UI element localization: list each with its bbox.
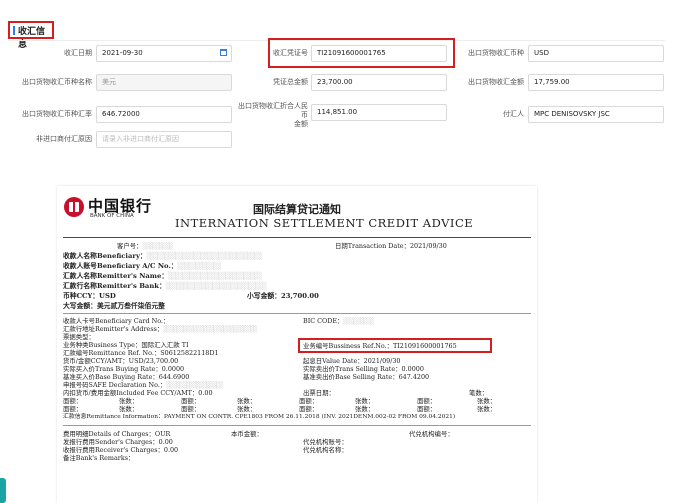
sender-charges: 发报行费用Sender's Charges：0.00 — [63, 438, 173, 446]
voucher-total-value: 23,700.00 — [317, 78, 353, 86]
face-amount-5: 面额： — [63, 405, 83, 413]
sheets-2: 张数： — [237, 397, 257, 405]
amount-small: 小写金额：23,700.00 — [247, 292, 319, 300]
receipt-date-value: 2021-09-30 — [102, 49, 143, 57]
business-ref-highlight-box — [298, 338, 492, 353]
count-label: 笔数： — [469, 389, 489, 397]
rmb-amount-field[interactable]: 114,851.00 — [311, 104, 447, 121]
sheets-1: 张数： — [119, 397, 139, 405]
advice-title-cn: 国际结算贷记通知 — [253, 203, 341, 216]
remitter-bank: 汇款行名称Remitter's Bank：░░░░░░░░░░░░░░░░░░░… — [63, 282, 267, 290]
voucher-highlight-box — [268, 38, 455, 68]
bic-code: BIC CODE：░░░░░░░░░ — [303, 317, 374, 325]
safe-declaration-no: 申报号码SAFE Declaration No.：░░░░░░░░░░░░░░░… — [63, 381, 224, 389]
rmb-amount-label-line2: 金额 — [294, 120, 308, 128]
face-amount-4: 面额： — [417, 397, 437, 405]
section-rule-2 — [63, 425, 531, 426]
advice-title-en: INTERNATION SETTLEMENT CREDIT ADVICE — [175, 216, 474, 230]
sheets-6: 张数： — [237, 405, 257, 413]
export-rate-field[interactable]: 646.72000 — [96, 106, 232, 123]
remittance-ref-no: 汇款编号Remittance Ref. No.：S06125822118D1 — [63, 349, 219, 357]
remitter-address: 汇款行地址Remitter's Address：░░░░░░░░░░░░░░░░… — [63, 325, 258, 333]
details-of-charges: 费用明细Details of Charges：OUR — [63, 430, 171, 438]
face-amount-8: 面额： — [417, 405, 437, 413]
business-type: 业务种类Business Type：国际汇入汇款 TI — [63, 341, 189, 349]
non-import-reason-label: 非进口商付汇原因 — [36, 135, 92, 143]
local-currency-amount: 本币金额： — [231, 430, 263, 438]
calendar-icon[interactable] — [220, 49, 227, 56]
trans-selling-rate: 实际卖出价Trans Selling Rate：0.0000 — [303, 365, 424, 373]
payer-label: 付汇人 — [503, 110, 524, 118]
export-amount-label: 出口货物收汇金额 — [468, 78, 524, 86]
export-currency-value: USD — [534, 49, 549, 57]
export-currency-label: 出口货物收汇币种 — [468, 49, 524, 57]
export-currency-name-label: 出口货物收汇币种名称 — [22, 78, 92, 86]
issue-date: 出票日期： — [303, 389, 335, 397]
section-title-box: 收汇信息 — [8, 21, 54, 50]
face-amount-7: 面额： — [299, 405, 319, 413]
receipt-date-label: 收汇日期 — [64, 49, 92, 57]
agent-name: 代兑机构名称： — [303, 446, 348, 454]
beneficiary-account: 收款人账号Beneficiary A/C No.：░░░░░░░░░░░░ — [63, 262, 221, 270]
export-rate-value: 646.72000 — [102, 110, 140, 118]
rmb-amount-label-line1: 出口货物收汇折合人民币 — [238, 102, 308, 119]
sheets-7: 张数： — [355, 405, 375, 413]
trans-buying-rate: 实际买入价Trans Buying Rate：0.0000 — [63, 365, 185, 373]
remittance-information: 汇款信息Remittance Information：PAYMENT ON CO… — [63, 414, 456, 420]
sheets-3: 张数： — [355, 397, 375, 405]
bill-type: 票据类型： — [63, 333, 95, 341]
section-title: 收汇信息 — [18, 27, 46, 50]
currency-ccy: 币种CCY：USD — [63, 292, 116, 300]
export-currency-field[interactable]: USD — [528, 45, 664, 62]
agent-account: 代兑机构账号： — [303, 438, 348, 446]
section-accent-bar — [13, 26, 15, 35]
voucher-total-field[interactable]: 23,700.00 — [311, 74, 447, 91]
receipt-date-field[interactable]: 2021-09-30 — [96, 45, 232, 62]
title-rule — [63, 237, 531, 238]
sheets-4: 张数： — [477, 397, 497, 405]
sheets-5: 张数： — [119, 405, 139, 413]
side-tab-marker[interactable] — [0, 478, 6, 503]
ccy-amount: 货币/金额CCY/AMT：USD/23,700.00 — [63, 357, 179, 365]
remitter-name: 汇款人名称Remitter's Name：░░░░░░░░░░░░░░░░░░░… — [63, 272, 262, 280]
export-rate-label: 出口货物收汇币种汇率 — [22, 110, 92, 118]
bank-remarks: 备注Bank's Remarks： — [63, 454, 135, 462]
customer-no-label: 客户号：░░░░░░░░░ — [117, 242, 173, 250]
beneficiary-card-no: 收款人卡号Beneficiary Card No.： — [63, 317, 170, 325]
agent-no: 代兑机构编号： — [409, 430, 454, 438]
value-date: 起息日Value Date：2021/09/30 — [303, 357, 401, 365]
non-import-reason-placeholder: 请录入非进口商付汇原因 — [102, 135, 179, 143]
export-currency-name-value: 美元 — [102, 78, 116, 86]
face-amount-3: 面额： — [299, 397, 319, 405]
export-amount-field[interactable]: 17,759.00 — [528, 74, 664, 91]
receiver-charges: 收报行费用Receiver's Charges：0.00 — [63, 446, 179, 454]
non-import-reason-input[interactable]: 请录入非进口商付汇原因 — [96, 131, 232, 148]
transaction-date: 日期Transaction Date：2021/09/30 — [335, 242, 447, 250]
payer-field[interactable]: MPC DENISOVSKY JSC — [528, 106, 664, 123]
face-amount-6: 面额： — [181, 405, 201, 413]
beneficiary-name: 收款人名称Beneficiary：░░░░░░░░░░░░░░░░░░░░░░░… — [63, 252, 262, 260]
section-rule-1 — [63, 313, 531, 314]
base-buying-rate: 基准买入价Base Buying Rate：644.6900 — [63, 373, 190, 381]
included-fee: 内扣货币/费用金额Included Fee CCY/AMT：0.00 — [63, 389, 213, 397]
face-amount-2: 面额： — [181, 397, 201, 405]
export-amount-value: 17,759.00 — [534, 78, 570, 86]
base-selling-rate: 基准卖出价Base Selling Rate：647.4200 — [303, 373, 430, 381]
face-amount-1: 面额： — [63, 397, 83, 405]
rmb-amount-label: 出口货物收汇折合人民币 金额 — [234, 102, 308, 129]
voucher-total-label: 凭证总金额 — [273, 78, 308, 86]
credit-advice-document: 中国银行 BANK OF CHINA 国际结算贷记通知 INTERNATION … — [57, 186, 537, 503]
sheets-8: 张数： — [477, 405, 497, 413]
rmb-amount-value: 114,851.00 — [317, 108, 358, 116]
payer-value: MPC DENISOVSKY JSC — [534, 110, 610, 118]
amount-big: 大写金额：美元贰万叁仟柒佰元整 — [63, 302, 165, 310]
export-currency-name-field: 美元 — [96, 74, 232, 91]
